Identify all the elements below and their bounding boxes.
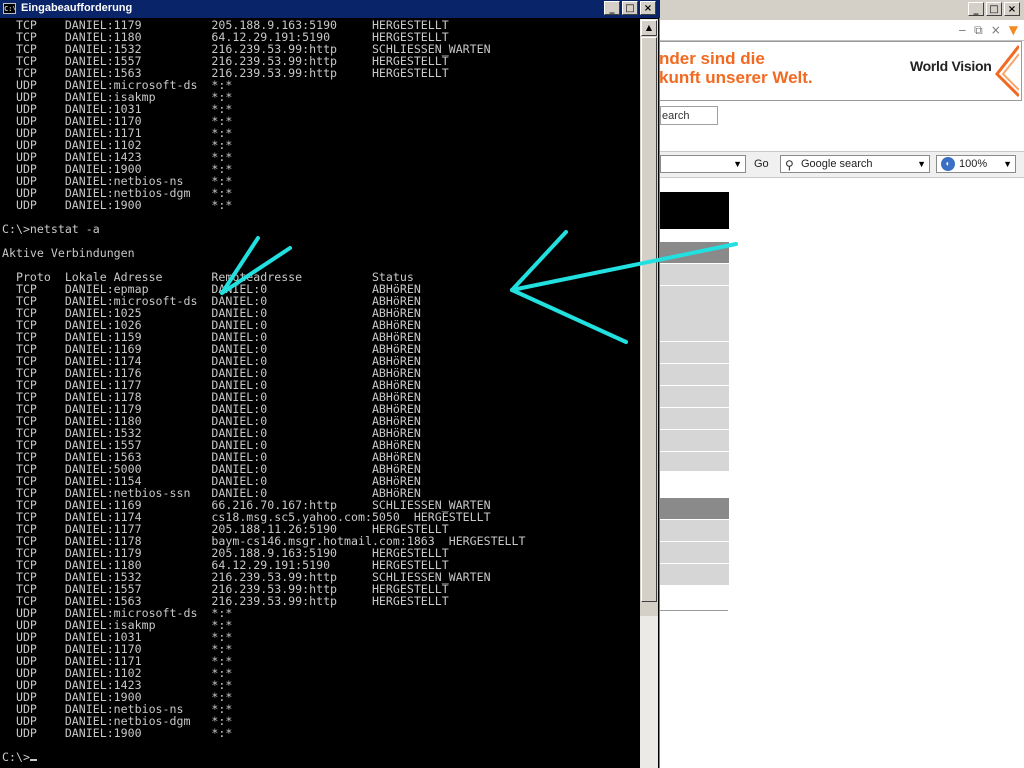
browser-close-button[interactable]: × xyxy=(1004,2,1020,16)
world-vision-banner[interactable]: nder sind die kunft unserer Welt. World … xyxy=(656,41,1022,101)
command-prompt-window[interactable]: C:\ Eingabeaufforderung _ □ × TCP DANIEL… xyxy=(0,0,660,768)
console-text: TCP DANIEL:1179 205.188.9.163:5190 HERGE… xyxy=(2,19,640,763)
console-prompt[interactable]: C:\> xyxy=(2,750,30,764)
console-icon[interactable]: C:\ xyxy=(3,3,17,14)
google-search-input[interactable]: ⚲ Google search ▼ xyxy=(780,155,930,173)
browser-tab-row: ‒ ⧉ × ▼ xyxy=(656,20,1024,41)
page-menu-item[interactable] xyxy=(660,386,729,408)
page-menu-item[interactable] xyxy=(660,452,729,472)
browser-toolbar: ▼ Go ⚲ Google search ▼ ◐ 100% ▼ xyxy=(660,151,1024,178)
scroll-up-arrow-icon[interactable]: ▲ xyxy=(641,20,657,36)
console-maximize-button[interactable]: □ xyxy=(622,1,638,15)
firefox-arrow-icon[interactable]: ▼ xyxy=(1009,23,1018,38)
page-menu-item[interactable] xyxy=(660,564,729,586)
console-close-button[interactable]: × xyxy=(640,1,656,15)
console-title: Eingabeaufforderung xyxy=(21,2,133,14)
page-divider xyxy=(660,610,728,611)
console-line: Aktive Verbindungen xyxy=(2,246,135,260)
page-menu-header xyxy=(660,498,729,520)
chevron-down-icon: ▼ xyxy=(1003,159,1012,169)
banner-text-line2: kunft unserer Welt. xyxy=(659,68,813,87)
page-menu-item[interactable] xyxy=(660,520,729,542)
go-button[interactable]: Go xyxy=(754,155,769,173)
page-menu-item[interactable] xyxy=(660,264,729,286)
close-icon[interactable]: × xyxy=(991,23,1001,38)
window-icon[interactable]: ⧉ xyxy=(974,23,983,38)
console-minimize-button[interactable]: _ xyxy=(604,1,620,15)
console-line: UDP DANIEL:1900 *:* xyxy=(2,198,233,212)
page-menu-header xyxy=(660,242,729,264)
page-menu-item[interactable] xyxy=(660,430,729,452)
google-search-label: Google search xyxy=(801,158,873,170)
address-dropdown[interactable]: ▼ xyxy=(660,155,746,173)
page-menu-item[interactable] xyxy=(660,286,729,342)
world-vision-swoosh-icon xyxy=(994,45,1019,98)
zoom-dropdown[interactable]: ◐ 100% ▼ xyxy=(936,155,1016,173)
zoom-value: 100% xyxy=(959,158,988,170)
page-menu-item[interactable] xyxy=(660,364,729,386)
browser-titlebar: _ □ × xyxy=(656,0,1024,20)
page-menu-item[interactable] xyxy=(660,542,729,564)
banner-text-line1: nder sind die xyxy=(659,49,765,68)
browser-minimize-button[interactable]: _ xyxy=(968,2,984,16)
page-header-block xyxy=(660,192,729,229)
search-button[interactable]: earch xyxy=(660,106,718,125)
scrollbar-thumb[interactable] xyxy=(641,37,657,602)
zoom-globe-icon: ◐ xyxy=(941,157,955,171)
console-line: UDP DANIEL:1900 *:* xyxy=(2,726,233,740)
search-icon: ⚲ xyxy=(785,158,794,172)
console-line: C:\>netstat -a xyxy=(2,222,100,236)
chevron-down-icon: ▼ xyxy=(917,159,926,169)
console-titlebar[interactable]: C:\ Eingabeaufforderung _ □ × xyxy=(0,0,660,18)
console-output[interactable]: TCP DANIEL:1179 205.188.9.163:5190 HERGE… xyxy=(2,19,640,768)
chevron-down-icon: ▼ xyxy=(733,159,742,169)
restore-icon[interactable]: ‒ xyxy=(958,23,966,38)
browser-maximize-button[interactable]: □ xyxy=(986,2,1002,16)
page-menu-item[interactable] xyxy=(660,342,729,364)
text-cursor xyxy=(29,759,37,761)
console-scrollbar[interactable]: ▲ xyxy=(640,19,658,768)
page-menu-item[interactable] xyxy=(660,408,729,430)
world-vision-logo: World Vision xyxy=(910,58,992,74)
